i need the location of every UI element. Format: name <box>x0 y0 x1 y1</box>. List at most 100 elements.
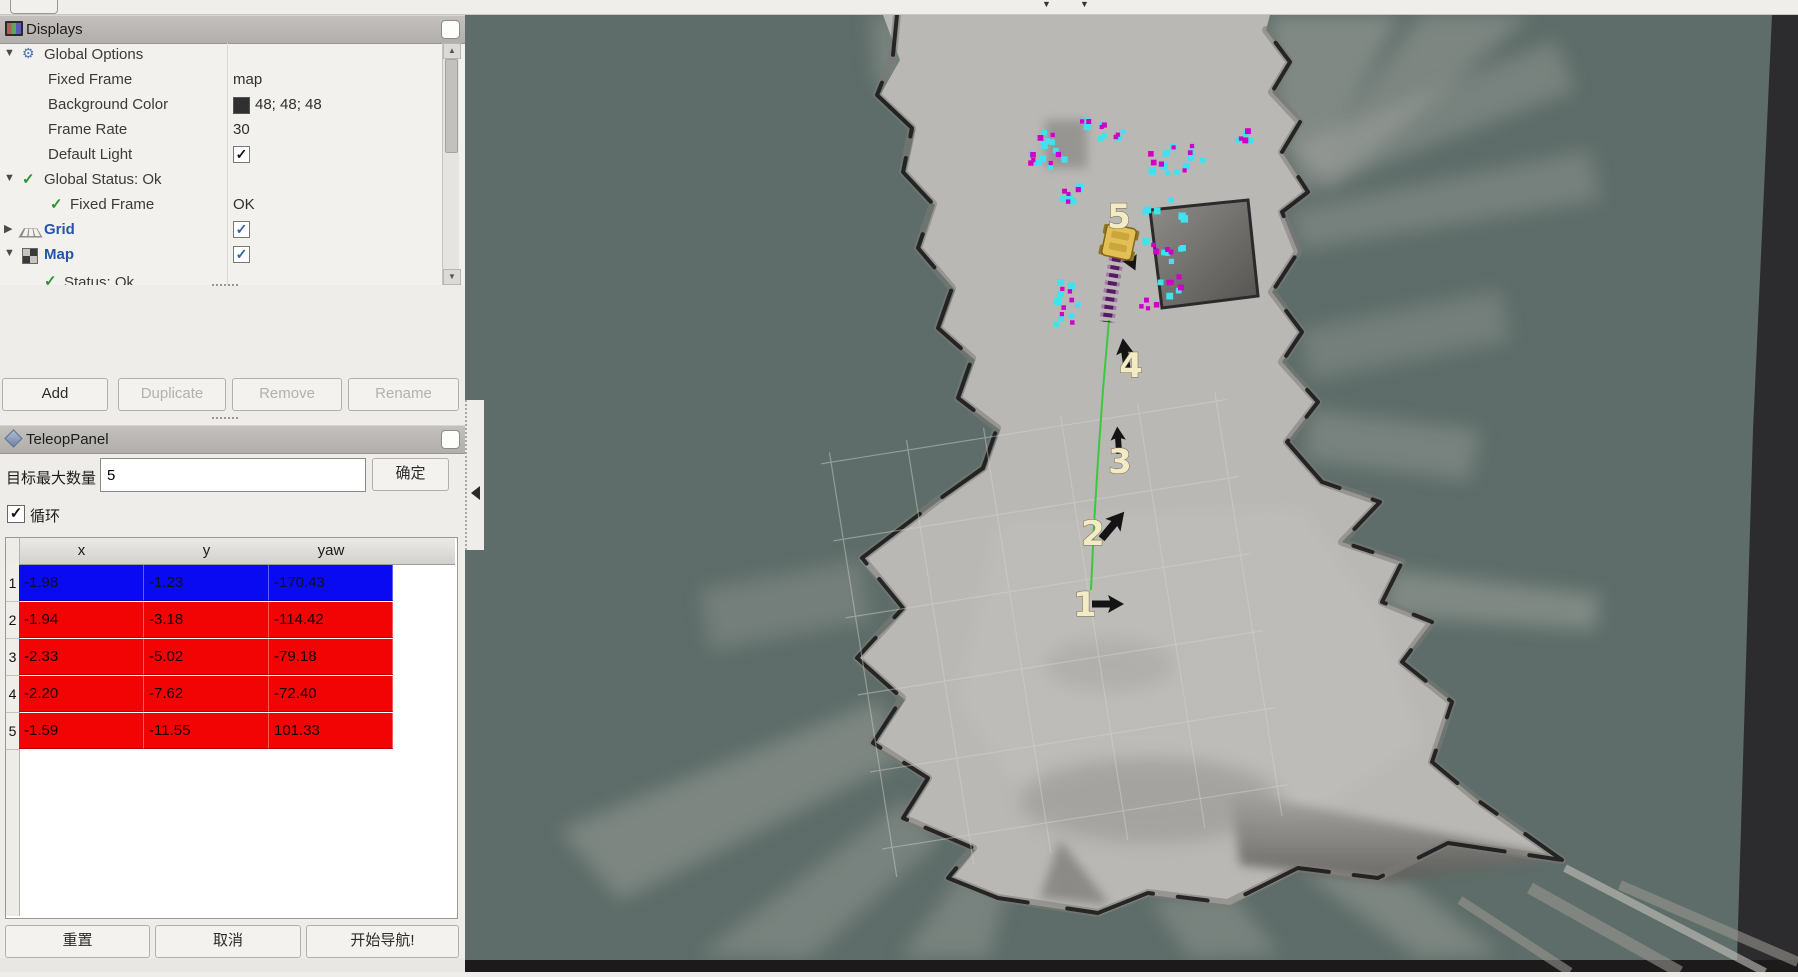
teleop-panel: TeleopPanel 目标最大数量 确定 ✓ 循环 x y yaw 1 -1.… <box>0 425 465 958</box>
reset-button[interactable]: 重置 <box>5 925 150 958</box>
column-header-y[interactable]: y <box>144 538 270 565</box>
toolbar-button[interactable] <box>10 0 58 14</box>
table-row[interactable]: 2 -1.94 -3.18 -114.42 <box>6 602 457 639</box>
collapse-expander-icon[interactable]: ▼ <box>4 47 15 59</box>
tree-label[interactable]: Fixed Frame <box>48 71 132 88</box>
waypoint-label-2: 2 <box>1081 514 1105 554</box>
tree-scrollbar[interactable]: ▲ ▼ <box>442 43 459 285</box>
panel-float-button[interactable] <box>441 20 460 39</box>
displays-panel: Displays ▼ ⚙ Global Options Fixed Frame … <box>0 15 465 285</box>
rename-button[interactable]: Rename <box>348 378 459 411</box>
tree-label[interactable]: Fixed Frame <box>70 196 154 213</box>
row-number[interactable]: 4 <box>6 676 20 713</box>
cell-y[interactable]: -3.18 <box>144 602 269 638</box>
cell-x[interactable]: -2.20 <box>19 676 144 712</box>
remove-button[interactable]: Remove <box>232 378 342 411</box>
tree-value[interactable]: 48; 48; 48 <box>255 96 322 113</box>
checkbox-checked[interactable]: ✓ <box>233 221 250 238</box>
scroll-up-icon[interactable]: ▲ <box>443 43 461 59</box>
gear-icon: ⚙ <box>22 45 35 62</box>
tree-label[interactable]: Global Options <box>44 46 143 63</box>
waypoint-table[interactable]: x y yaw 1 -1.98 -1.23 -170.43 2 -1.94 -3… <box>5 537 458 919</box>
column-header-x[interactable]: x <box>19 538 145 565</box>
map-3d-view[interactable]: 1 2 3 4 5 <box>465 15 1798 972</box>
tree-label[interactable]: Global Status: Ok <box>44 171 162 188</box>
tree-label[interactable]: Map <box>44 246 74 263</box>
confirm-button[interactable]: 确定 <box>372 458 449 491</box>
dropdown-arrow-icon[interactable]: ▼ <box>1080 0 1089 9</box>
max-goals-input[interactable] <box>100 458 366 492</box>
top-toolbar: ▼ ▼ <box>0 0 1798 15</box>
cell-x[interactable]: -1.59 <box>19 713 144 749</box>
tree-value[interactable]: 30 <box>233 121 250 138</box>
displays-panel-title: Displays <box>26 21 83 38</box>
start-navigation-button[interactable]: 开始导航! <box>306 925 459 958</box>
cell-yaw[interactable]: -79.18 <box>269 639 393 675</box>
cell-y[interactable]: -11.55 <box>144 713 269 749</box>
teleop-panel-header[interactable]: TeleopPanel <box>0 425 465 454</box>
tree-row-background-color[interactable]: Background Color 48; 48; 48 <box>0 93 441 118</box>
tree-label[interactable]: Frame Rate <box>48 121 127 138</box>
cell-y[interactable]: -1.23 <box>144 565 269 601</box>
loop-checkbox[interactable]: ✓ <box>7 505 25 523</box>
tree-row-global-options[interactable]: ▼ ⚙ Global Options <box>0 43 441 68</box>
tree-value[interactable]: map <box>233 71 262 88</box>
cell-x[interactable]: -1.98 <box>19 565 144 601</box>
tree-label[interactable]: Background Color <box>48 96 168 113</box>
grid-display-icon <box>18 228 42 237</box>
scroll-down-icon[interactable]: ▼ <box>443 269 461 285</box>
splitter-handle[interactable] <box>212 284 238 290</box>
duplicate-button[interactable]: Duplicate <box>118 378 226 411</box>
row-number[interactable]: 2 <box>6 602 20 639</box>
tree-value[interactable]: OK <box>233 196 255 213</box>
checkbox-checked[interactable]: ✓ <box>233 146 250 163</box>
checkbox-checked[interactable]: ✓ <box>233 246 250 263</box>
panel-float-button[interactable] <box>441 430 460 449</box>
tree-row-global-status[interactable]: ▼ ✓ Global Status: Ok <box>0 168 441 193</box>
tree-label[interactable]: Default Light <box>48 146 132 163</box>
row-number[interactable]: 5 <box>6 713 20 750</box>
tree-row-map[interactable]: ▼ Map ✓ <box>0 243 441 268</box>
status-ok-check-icon: ✓ <box>22 170 35 188</box>
table-row[interactable]: 4 -2.20 -7.62 -72.40 <box>6 676 457 713</box>
table-row[interactable]: 3 -2.33 -5.02 -79.18 <box>6 639 457 676</box>
cell-x[interactable]: -1.94 <box>19 602 144 638</box>
row-number[interactable]: 1 <box>6 565 20 602</box>
cell-x[interactable]: -2.33 <box>19 639 144 675</box>
add-button[interactable]: Add <box>2 378 108 411</box>
column-header-yaw[interactable]: yaw <box>269 538 394 565</box>
table-row[interactable]: 5 -1.59 -11.55 101.33 <box>6 713 457 750</box>
displays-tree: ▼ ⚙ Global Options Fixed Frame map Backg… <box>0 43 441 285</box>
teleop-panel-icon <box>4 429 22 447</box>
collapsed-expander-icon[interactable]: ▶ <box>4 222 12 235</box>
tree-row-default-light[interactable]: Default Light ✓ <box>0 143 441 168</box>
collapse-expander-icon[interactable]: ▼ <box>4 172 15 184</box>
collapse-expander-icon[interactable]: ▼ <box>4 247 15 259</box>
cancel-button[interactable]: 取消 <box>155 925 301 958</box>
waypoint-label-4: 4 <box>1119 346 1143 386</box>
tree-row-fixed-frame[interactable]: Fixed Frame map <box>0 68 441 93</box>
tree-label[interactable]: Status: Ok <box>64 274 134 285</box>
scrollbar-thumb[interactable] <box>445 59 458 153</box>
table-row[interactable]: 1 -1.98 -1.23 -170.43 <box>6 565 457 602</box>
displays-panel-header[interactable]: Displays <box>0 15 465 44</box>
dropdown-arrow-icon[interactable]: ▼ <box>1042 0 1051 9</box>
tree-label[interactable]: Grid <box>44 221 75 238</box>
waypoint-label-1: 1 <box>1073 585 1097 625</box>
tree-row-map-status-partial[interactable]: ✓ Status: Ok <box>0 268 441 285</box>
status-ok-check-icon: ✓ <box>50 195 63 213</box>
cell-yaw[interactable]: -72.40 <box>269 676 393 712</box>
color-swatch[interactable] <box>233 97 250 114</box>
cell-yaw[interactable]: -170.43 <box>269 565 393 601</box>
cell-yaw[interactable]: 101.33 <box>269 713 393 749</box>
row-number[interactable]: 3 <box>6 639 20 676</box>
tree-row-grid[interactable]: ▶ Grid ✓ <box>0 218 441 243</box>
panel-collapse-handle[interactable] <box>465 400 484 550</box>
cell-y[interactable]: -5.02 <box>144 639 269 675</box>
tree-row-fixed-frame-status[interactable]: ✓ Fixed Frame OK <box>0 193 441 218</box>
cell-y[interactable]: -7.62 <box>144 676 269 712</box>
splitter-handle[interactable] <box>212 417 238 423</box>
cell-yaw[interactable]: -114.42 <box>269 602 393 638</box>
tree-row-frame-rate[interactable]: Frame Rate 30 <box>0 118 441 143</box>
collapse-left-icon <box>471 486 480 500</box>
